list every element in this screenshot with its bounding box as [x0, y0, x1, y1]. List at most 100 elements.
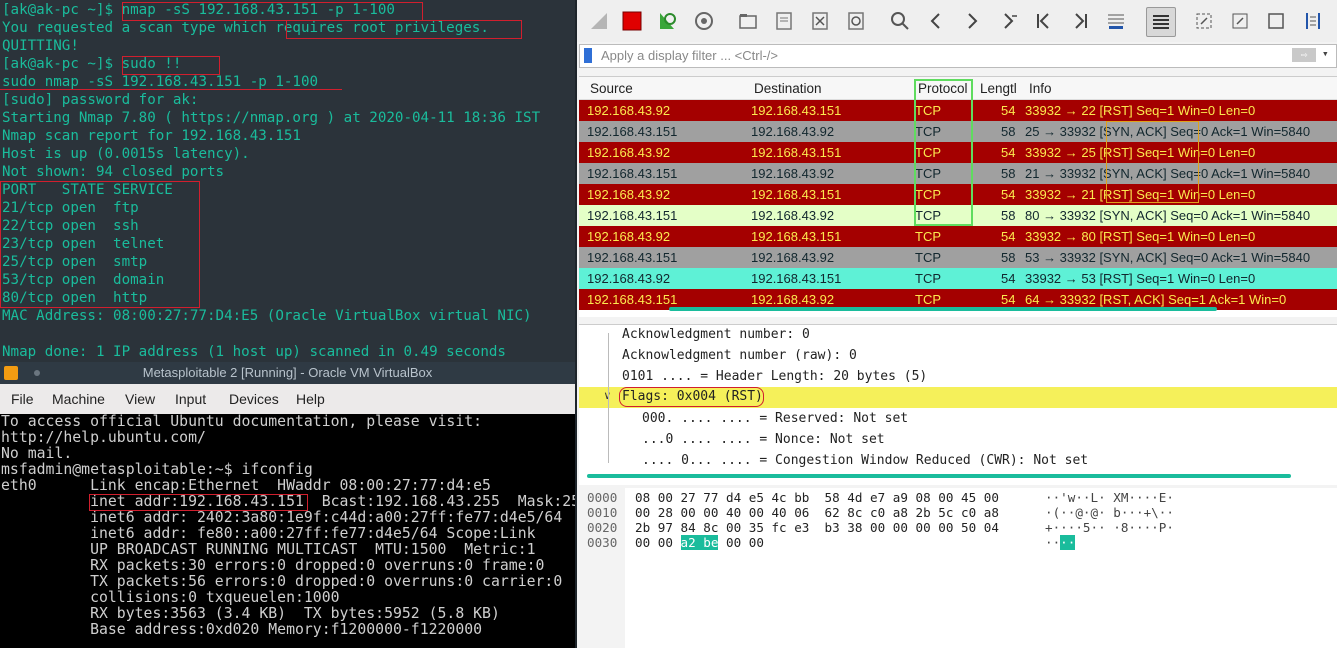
detail-ack-raw[interactable]: Acknowledgment number (raw): 0	[622, 348, 857, 363]
highlight-flags-rst-box	[619, 387, 764, 407]
packet-cell-dst: 192.168.43.92	[751, 124, 835, 139]
detail-cwr[interactable]: .... 0... .... = Congestion Window Reduc…	[642, 453, 1088, 468]
detail-selected-row[interactable]: ∨ Flags: 0x004 (RST)	[579, 387, 1337, 408]
hex-offset: 0010	[587, 505, 618, 520]
zoom-out-icon[interactable]	[1226, 7, 1254, 35]
console-line: RX bytes:3563 (3.4 KB) TX bytes:5952 (5.…	[1, 605, 500, 622]
hex-bytes-pre: 00 00	[635, 535, 681, 550]
packet-cell-src: 192.168.43.151	[587, 166, 678, 181]
packet-cell-len: 58	[1001, 250, 1016, 265]
packet-cell-proto: TCP	[915, 271, 941, 286]
console-line: To access official Ubuntu documentation,…	[1, 414, 483, 430]
zoom-in-icon[interactable]	[1190, 7, 1218, 35]
hex-bytes[interactable]: 08 00 27 77 d4 e5 4c bb 58 4d e7 a9 08 0…	[635, 490, 999, 505]
apply-filter-icon[interactable]: ⇨	[1292, 48, 1316, 62]
packet-row[interactable]: 192.168.43.151 192.168.43.92 TCP 58 53 → 339…	[579, 247, 1337, 268]
packet-cell-src: 192.168.43.92	[587, 187, 671, 202]
hex-ascii[interactable]: ····	[1045, 535, 1076, 550]
restart-capture-icon[interactable]	[653, 7, 681, 35]
bookmark-icon[interactable]	[584, 48, 592, 63]
packet-cell-info: 80 → 33932 [SYN, ACK] Seq=0 Ack=1 Win=58…	[1025, 208, 1311, 223]
hex-bytes-post: 00 00	[718, 535, 764, 550]
hex-bytes[interactable]: 2b 97 84 8c 00 35 fc e3 b3 38 00 00 00 0…	[635, 520, 999, 535]
col-length[interactable]: Lengtl	[980, 81, 1017, 96]
hex-ascii[interactable]: ··'w··L· XM····E·	[1045, 490, 1174, 505]
console-line: RX packets:30 errors:0 dropped:0 overrun…	[1, 557, 545, 574]
console-line: http://help.ubuntu.com/	[1, 429, 206, 446]
colorize-icon[interactable]	[1146, 7, 1176, 37]
virtualbox-window[interactable]: Metasploitable 2 [Running] - Oracle VM V…	[0, 362, 575, 648]
menu-bar: File Machine View Input Devices Help	[0, 384, 575, 414]
menu-devices[interactable]: Devices	[229, 391, 279, 407]
highlight-flags-box	[1106, 121, 1199, 203]
packet-list-scrollbar[interactable]	[669, 307, 1217, 311]
reload-file-icon[interactable]	[842, 7, 870, 35]
packet-cell-len: 54	[1001, 271, 1016, 286]
autoscroll-icon[interactable]	[1102, 7, 1130, 35]
highlight-command-box	[122, 2, 423, 21]
resize-columns-icon[interactable]	[1299, 7, 1327, 35]
col-source[interactable]: Source	[590, 81, 633, 96]
menu-machine[interactable]: Machine	[52, 391, 105, 407]
open-file-icon[interactable]	[734, 7, 762, 35]
packet-cell-info: 33932 → 22 [RST] Seq=1 Win=0 Len=0	[1025, 103, 1256, 118]
capture-options-icon[interactable]	[690, 7, 718, 35]
display-filter-input[interactable]: Apply a display filter ... <Ctrl-/>	[601, 48, 778, 63]
menu-file[interactable]: File	[11, 391, 34, 407]
detail-header-length[interactable]: 0101 .... = Header Length: 20 bytes (5)	[622, 369, 927, 384]
hex-bytes[interactable]: 00 00 a2 be 00 00	[635, 535, 764, 550]
console-line: No mail.	[1, 445, 73, 462]
col-destination[interactable]: Destination	[754, 81, 822, 96]
detail-ack-number[interactable]: Acknowledgment number: 0	[622, 327, 810, 342]
packet-cell-len: 58	[1001, 166, 1016, 181]
window-title-bar[interactable]: Metasploitable 2 [Running] - Oracle VM V…	[0, 362, 575, 384]
console-line: eth0 Link encap:Ethernet HWaddr 08:00:27…	[1, 477, 491, 494]
terminal-line: Not shown: 94 closed ports	[2, 164, 225, 180]
packet-cell-len: 58	[1001, 208, 1016, 223]
window-dot-icon	[34, 370, 40, 376]
detail-nonce[interactable]: ...0 .... .... = Nonce: Not set	[642, 432, 885, 447]
stop-capture-icon[interactable]	[618, 7, 646, 35]
console-line: msfadmin@metasploitable:~$ ifconfig	[1, 461, 313, 478]
packet-cell-src: 192.168.43.92	[587, 271, 671, 286]
highlight-protocol-box	[914, 79, 973, 226]
menu-input[interactable]: Input	[175, 391, 206, 407]
go-to-packet-icon[interactable]	[994, 7, 1022, 35]
main-toolbar	[577, 0, 1337, 42]
hex-ascii[interactable]: +····5·· ·8····P·	[1045, 520, 1174, 535]
find-packet-icon[interactable]	[886, 7, 914, 35]
normal-size-icon[interactable]	[1262, 7, 1290, 35]
highlight-underline	[0, 89, 342, 90]
hex-ascii[interactable]: ·(··@·@· b···+\··	[1045, 505, 1174, 520]
vm-console-screen[interactable]: To access official Ubuntu documentation,…	[0, 414, 575, 648]
packet-cell-dst: 192.168.43.151	[751, 271, 842, 286]
packet-cell-src: 192.168.43.151	[587, 208, 678, 223]
terminal-window[interactable]: [ak@ak-pc ~]$ nmap -sS 192.168.43.151 -p…	[0, 0, 575, 362]
display-filter-bar[interactable]: Apply a display filter ... <Ctrl-/> ⇨ ▾	[579, 44, 1337, 68]
shark-fin-icon[interactable]	[585, 7, 613, 35]
go-forward-icon[interactable]	[958, 7, 986, 35]
menu-help[interactable]: Help	[296, 391, 325, 407]
packet-row[interactable]: 192.168.43.92 192.168.43.151 TCP 54 33932 → …	[579, 226, 1337, 247]
hex-bytes[interactable]: 00 28 00 00 40 00 40 06 62 8c c0 a8 2b 5…	[635, 505, 999, 520]
filter-dropdown-icon[interactable]: ▾	[1322, 47, 1329, 60]
console-line: inet6 addr: 2402:3a80:1e9f:c44d:a00:27ff…	[1, 509, 563, 526]
go-back-icon[interactable]	[922, 7, 950, 35]
close-file-icon[interactable]	[806, 7, 834, 35]
save-file-icon[interactable]	[770, 7, 798, 35]
highlight-inet-addr-box	[89, 494, 308, 511]
packet-cell-len: 54	[1001, 187, 1016, 202]
packet-cell-proto: TCP	[915, 229, 941, 244]
packet-cell-dst: 192.168.43.92	[751, 166, 835, 181]
go-first-icon[interactable]	[1030, 7, 1058, 35]
highlight-root-box	[286, 20, 522, 39]
detail-reserved[interactable]: 000. .... .... = Reserved: Not set	[642, 411, 908, 426]
wireshark-window: Apply a display filter ... <Ctrl-/> ⇨ ▾ …	[577, 0, 1337, 648]
col-info[interactable]: Info	[1029, 81, 1052, 96]
packet-row[interactable]: 192.168.43.92 192.168.43.151 TCP 54 33932 → …	[579, 268, 1337, 289]
menu-view[interactable]: View	[125, 391, 155, 407]
details-scrollbar[interactable]	[587, 474, 1291, 478]
packet-details: Acknowledgment number: 0 Acknowledgment …	[579, 324, 1337, 485]
go-last-icon[interactable]	[1066, 7, 1094, 35]
terminal-line: [sudo] password for ak:	[2, 92, 199, 108]
